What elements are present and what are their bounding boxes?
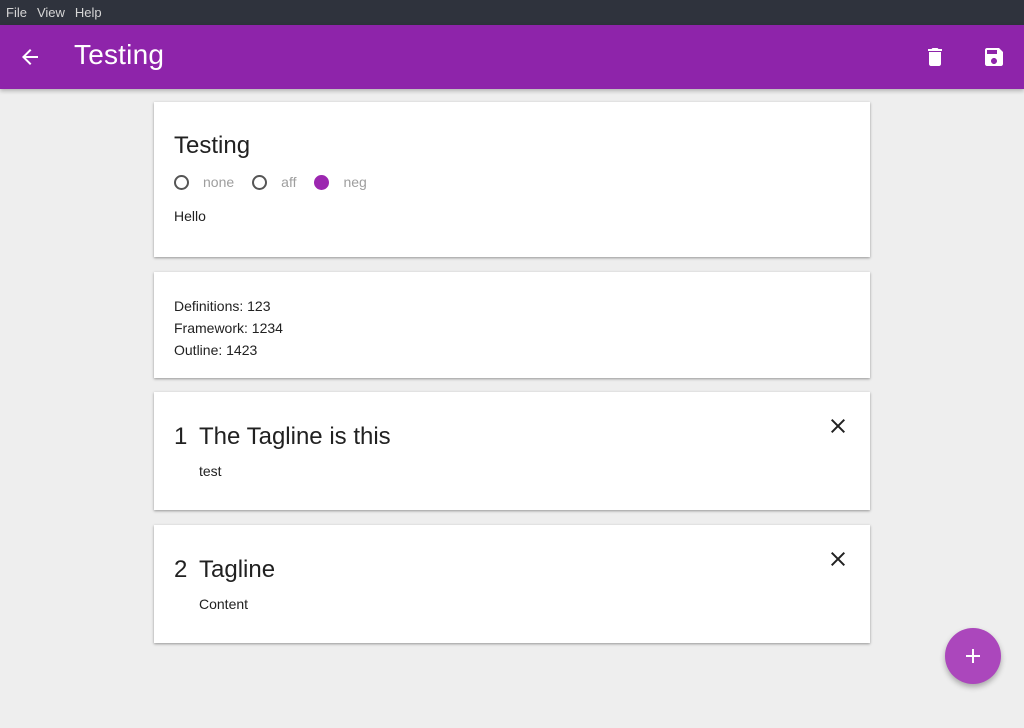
tagline-number: 1	[174, 423, 188, 450]
radio-none-circle[interactable]	[174, 174, 189, 190]
menu-view[interactable]: View	[37, 5, 65, 20]
tagline-card: 2 Tagline Content	[154, 525, 870, 643]
delete-icon	[928, 48, 942, 66]
arrow-back-icon	[22, 49, 38, 65]
app-bar: Testing	[0, 25, 1024, 89]
tagline-number: 2	[174, 556, 188, 583]
stat-framework: Framework: 1234	[174, 320, 283, 336]
tagline-title[interactable]: Tagline	[199, 556, 275, 584]
radio-aff-circle[interactable]	[252, 174, 268, 190]
stats-card: Definitions: 123 Framework: 1234 Outline…	[154, 272, 870, 378]
plus-icon	[966, 649, 980, 663]
radio-neg-circle[interactable]	[314, 174, 330, 190]
stats-list: Definitions: 123 Framework: 1234 Outline…	[174, 295, 283, 361]
remove-tagline-button[interactable]	[824, 545, 852, 573]
case-title[interactable]: Testing	[174, 132, 250, 160]
tagline-card: 1 The Tagline is this test	[154, 392, 870, 510]
tagline-title[interactable]: The Tagline is this	[199, 423, 391, 451]
case-card: Testing none aff neg Hello	[154, 102, 870, 257]
radio-none-label: none	[203, 174, 235, 190]
menu-bar: File View Help	[0, 0, 1024, 25]
case-body[interactable]: Hello	[174, 208, 206, 224]
radio-neg[interactable]: neg	[314, 174, 367, 190]
page-title: Testing	[74, 39, 165, 70]
stat-definitions: Definitions: 123	[174, 298, 271, 314]
back-button[interactable]	[14, 41, 46, 73]
save-button[interactable]	[978, 41, 1010, 73]
menu-file[interactable]: File	[6, 5, 27, 20]
radio-aff[interactable]: aff	[252, 174, 296, 190]
save-icon	[985, 48, 1003, 66]
stat-outline: Outline: 1423	[174, 342, 258, 358]
add-tagline-button[interactable]	[945, 628, 1001, 684]
radio-none[interactable]: none	[174, 174, 234, 190]
remove-tagline-button[interactable]	[824, 412, 852, 440]
close-icon	[831, 419, 845, 433]
radio-aff-label: aff	[281, 174, 297, 190]
tagline-body[interactable]: Content	[199, 596, 248, 612]
delete-button[interactable]	[919, 41, 951, 73]
side-radio-group: none aff neg	[174, 174, 385, 190]
radio-neg-label: neg	[343, 174, 367, 190]
menu-help[interactable]: Help	[75, 5, 102, 20]
close-icon	[831, 552, 845, 566]
tagline-body[interactable]: test	[199, 463, 222, 479]
